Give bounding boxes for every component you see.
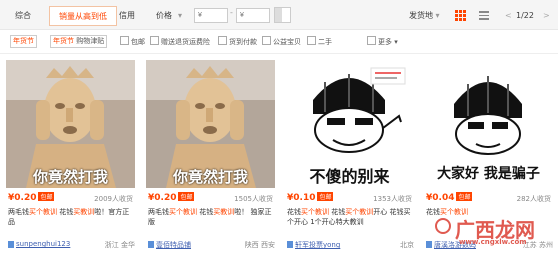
product-price: ¥0.20 包邮 <box>148 192 195 203</box>
tab-credit[interactable]: 信用 <box>110 6 144 26</box>
allowance-label: 购物津贴 <box>76 37 105 45</box>
list-view-icon[interactable] <box>477 8 491 22</box>
tab-comprehensive[interactable]: 综合 <box>6 6 40 26</box>
filter-chip-allowance[interactable]: 年货节 购物津贴 <box>50 35 108 48</box>
sales-count: 282人收货 <box>516 195 551 203</box>
newyear-tag: 年货节 <box>13 37 34 45</box>
sales-count: 2009人收货 <box>94 195 133 203</box>
image-caption: 你竟然打我 <box>172 168 248 186</box>
filter-free-shipping[interactable]: 包邮 <box>120 36 145 47</box>
product-card[interactable]: ¥0.10 包邮 1353人收货 花钱买个教训 花钱买个教训开心 花钱买个开心 1个… <box>285 60 414 259</box>
tab-sales-desc[interactable]: 销量从高到低 <box>49 6 117 26</box>
product-card[interactable]: ¥0.20 包邮 2009人收货 两毛钱买个教训 花钱买教训啦！官方正品 sunpe… <box>6 60 135 259</box>
image-caption: 大家好 我是骗子 <box>437 166 540 182</box>
location: 北京 <box>400 241 414 249</box>
filter-return-insurance[interactable]: 赠送退货运费险 <box>150 36 210 47</box>
filter-charity[interactable]: 公益宝贝 <box>262 36 301 47</box>
product-title[interactable]: 花钱买个教训 花钱买个教训开心 花钱买个开心 1个开心特大教训 <box>287 207 414 229</box>
shop-icon <box>287 241 293 248</box>
price-min-input[interactable] <box>194 8 228 23</box>
product-price: ¥0.10 包邮 <box>287 192 334 203</box>
shop-icon <box>426 241 432 248</box>
product-price: ¥0.20 包邮 <box>8 192 55 203</box>
ship-from-label: 发货地 <box>409 11 433 20</box>
filter-cod[interactable]: 货到付款 <box>218 36 257 47</box>
image-caption: 不傻的别来 <box>309 167 390 186</box>
free-shipping-badge: 包邮 <box>317 192 334 201</box>
price-max-input[interactable] <box>236 8 270 23</box>
sort-bar: 综合 销量从高到低 信用 价格 ▾ - 发货地 ▾ < 1/22 > <box>0 0 558 30</box>
grid-view-icon[interactable] <box>453 8 467 22</box>
location: 陕西 西安 <box>244 241 275 249</box>
chevron-down-icon: ▾ <box>435 11 440 20</box>
prev-page-button[interactable]: < <box>505 6 512 26</box>
shop-icon <box>148 241 154 248</box>
shop-link[interactable]: 轩军投票yong <box>295 240 340 250</box>
shop-icon <box>8 241 14 248</box>
newyear-tag-2: 年货节 <box>53 37 74 45</box>
product-title[interactable]: 两毛钱买个教训 花钱买教训啦！官方正品 <box>8 207 135 229</box>
price-dropdown-icon[interactable]: ▾ <box>178 6 182 26</box>
product-price: ¥0.04 包邮 <box>426 192 473 203</box>
location: 浙江 金华 <box>104 241 135 249</box>
filter-chip-newyear[interactable]: 年货节 <box>10 35 37 48</box>
tab-price[interactable]: 价格 <box>147 6 181 26</box>
shop-link[interactable]: 壹佰特品铺 <box>156 240 191 250</box>
more-filters-button[interactable]: 更多 ▾ <box>367 36 398 47</box>
free-shipping-badge: 包邮 <box>38 192 55 201</box>
ship-from-dropdown[interactable]: 发货地 ▾ <box>409 6 440 26</box>
product-card[interactable]: ¥0.20 包邮 1505人收货 两毛钱买个教训 花钱买教训啦！ 独家正版 壹佰特品… <box>146 60 275 259</box>
watermark: 广西龙网 www.cngxlw.com <box>455 218 535 246</box>
price-confirm-toggle[interactable] <box>274 7 291 23</box>
product-title[interactable]: 两毛钱买个教训 花钱买教训啦！ 独家正版 <box>148 207 275 229</box>
watermark-logo-icon <box>435 218 451 234</box>
page-indicator: 1/22 <box>516 11 534 20</box>
free-shipping-badge: 包邮 <box>456 192 473 201</box>
next-page-button[interactable]: > <box>543 6 550 26</box>
filter-second-hand[interactable]: 二手 <box>307 36 332 47</box>
image-caption: 你竟然打我 <box>32 168 108 186</box>
shop-link[interactable]: sunpenghui123 <box>16 240 70 248</box>
free-shipping-badge: 包邮 <box>178 192 195 201</box>
more-label: 更多 <box>378 38 392 46</box>
sales-count: 1353人收货 <box>373 195 412 203</box>
filter-bar: 年货节 年货节 购物津贴 包邮 赠送退货运费险 货到付款 公益宝贝 二手 更多 … <box>0 30 558 54</box>
price-dash: - <box>230 8 233 17</box>
sales-count: 1505人收货 <box>234 195 273 203</box>
